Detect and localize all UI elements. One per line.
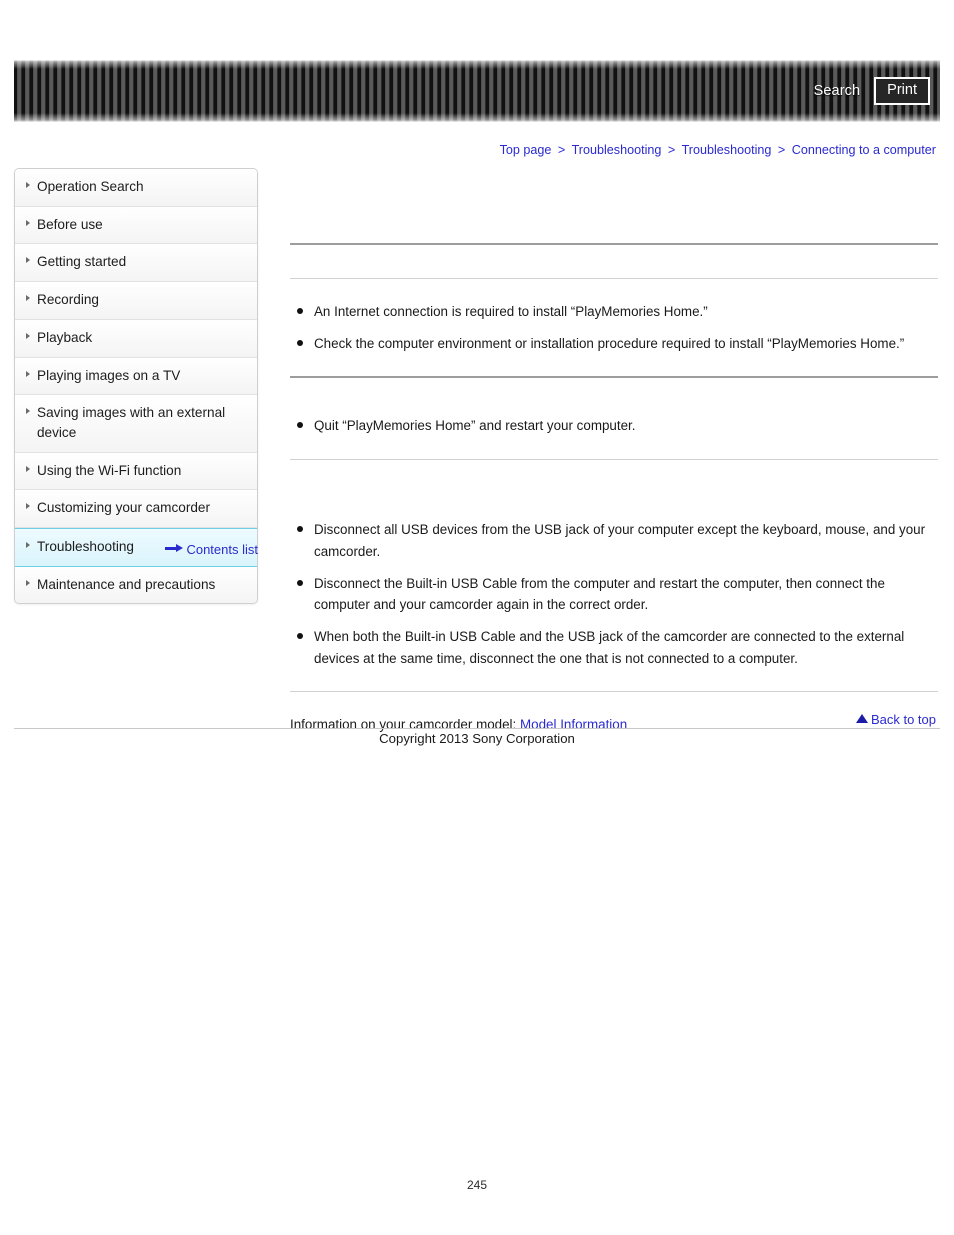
sidebar-item-label: Customizing your camcorder bbox=[37, 500, 211, 516]
sidebar-nav: Operation Search Before use Getting star… bbox=[14, 168, 258, 605]
sidebar-item-label: Maintenance and precautions bbox=[37, 576, 216, 592]
breadcrumb-item-connecting-to-a-computer[interactable]: Connecting to a computer bbox=[792, 143, 936, 157]
breadcrumb-item-top-page[interactable]: Top page bbox=[500, 143, 552, 157]
section-2-title bbox=[290, 378, 938, 393]
list-item-text: When both the Built-in USB Cable and the… bbox=[314, 628, 905, 666]
chevron-right-icon bbox=[26, 465, 30, 472]
arrow-right-icon bbox=[165, 544, 184, 553]
print-button[interactable]: Print bbox=[874, 77, 930, 105]
page-title bbox=[290, 228, 938, 243]
contents-list-link[interactable]: Contents list bbox=[14, 541, 258, 557]
list-item: Quit “PlayMemories Home” and restart you… bbox=[290, 415, 938, 437]
list-item-text: Quit “PlayMemories Home” and restart you… bbox=[314, 418, 636, 434]
sidebar-item-before-use[interactable]: Before use bbox=[15, 206, 257, 245]
document-page: Search Print Top page > Troubleshooting … bbox=[0, 0, 954, 1235]
sidebar-item-label: Playing images on a TV bbox=[37, 367, 181, 383]
section-heading-gap bbox=[290, 245, 938, 263]
sidebar-item-customizing-your-camcorder[interactable]: Customizing your camcorder bbox=[15, 490, 257, 529]
sidebar-item-using-the-wifi-function[interactable]: Using the Wi-Fi function bbox=[15, 452, 257, 491]
chevron-right-icon bbox=[26, 579, 30, 586]
section-1-title bbox=[290, 263, 938, 278]
sidebar-item-playback[interactable]: Playback bbox=[15, 319, 257, 358]
breadcrumb-item-troubleshooting[interactable]: Troubleshooting bbox=[572, 143, 662, 157]
sidebar-item-getting-started[interactable]: Getting started bbox=[15, 244, 257, 283]
sidebar-item-saving-images-with-an-external-device[interactable]: Saving images with an external device bbox=[15, 395, 257, 453]
sidebar-item-operation-search[interactable]: Operation Search bbox=[15, 169, 257, 207]
breadcrumb-separator: > bbox=[667, 143, 676, 157]
section-2-top-pad bbox=[290, 393, 938, 415]
breadcrumb-item-troubleshooting-2[interactable]: Troubleshooting bbox=[682, 143, 772, 157]
chevron-right-icon bbox=[26, 295, 30, 302]
list-item: When both the Built-in USB Cable and the… bbox=[290, 626, 938, 669]
sidebar-item-maintenance-and-precautions[interactable]: Maintenance and precautions bbox=[15, 566, 257, 604]
chevron-right-icon bbox=[26, 370, 30, 377]
list-item: Check the computer environment or instal… bbox=[290, 333, 938, 355]
sidebar-item-label: Saving images with an external device bbox=[37, 405, 226, 440]
chevron-right-icon bbox=[26, 332, 30, 339]
sidebar-item-label: Getting started bbox=[37, 254, 127, 270]
bullet-dot-icon bbox=[297, 308, 303, 314]
footer-divider bbox=[14, 728, 940, 729]
chevron-right-icon bbox=[26, 219, 30, 226]
sidebar-item-label: Operation Search bbox=[37, 179, 144, 194]
chevron-right-icon bbox=[26, 408, 30, 415]
bullet-dot-icon bbox=[297, 579, 303, 586]
bullet-dot-icon bbox=[297, 526, 303, 533]
back-to-top-label: Back to top bbox=[870, 712, 936, 728]
section-2-bullet-list: Quit “PlayMemories Home” and restart you… bbox=[290, 415, 938, 437]
back-to-top-link[interactable]: Back to top bbox=[855, 711, 936, 728]
section-3-bottom-pad bbox=[290, 669, 938, 691]
search-button[interactable]: Search bbox=[814, 83, 861, 99]
chevron-right-icon bbox=[26, 503, 30, 510]
header-actions: Search Print bbox=[814, 60, 930, 122]
chevron-right-icon bbox=[26, 257, 30, 264]
breadcrumb-separator: > bbox=[777, 143, 786, 157]
chevron-right-icon bbox=[26, 182, 30, 188]
copyright-text: Copyright 2013 Sony Corporation bbox=[379, 731, 575, 746]
sidebar-item-recording[interactable]: Recording bbox=[15, 282, 257, 320]
content-top-spacer bbox=[290, 168, 938, 228]
breadcrumb: Top page > Troubleshooting > Troubleshoo… bbox=[500, 143, 936, 157]
sidebar-item-label: Recording bbox=[37, 292, 99, 308]
page-number: 245 bbox=[466, 1178, 488, 1192]
list-item: An Internet connection is required to in… bbox=[290, 301, 938, 323]
section-3-title bbox=[290, 482, 938, 497]
section-3-bullet-list: Disconnect all USB devices from the USB … bbox=[290, 519, 938, 669]
list-item-text: Check the computer environment or instal… bbox=[314, 335, 905, 351]
section-1-bullet-list: An Internet connection is required to in… bbox=[290, 301, 938, 354]
main-content: An Internet connection is required to in… bbox=[290, 168, 938, 736]
list-item: Disconnect all USB devices from the USB … bbox=[290, 519, 938, 562]
sidebar-item-playing-images-on-a-tv[interactable]: Playing images on a TV bbox=[15, 357, 257, 396]
section-2-bottom-pad bbox=[290, 437, 938, 459]
list-item-text: Disconnect the Built-in USB Cable from t… bbox=[314, 575, 885, 613]
triangle-up-icon bbox=[855, 714, 868, 724]
bullet-dot-icon bbox=[297, 422, 303, 429]
sidebar-item-label: Before use bbox=[37, 216, 103, 232]
sidebar-item-label: Using the Wi-Fi function bbox=[37, 462, 182, 478]
model-info-top-pad bbox=[290, 692, 938, 714]
bullet-dot-icon bbox=[297, 339, 303, 346]
sidebar-item-label: Playback bbox=[37, 329, 93, 345]
list-item-text: Disconnect all USB devices from the USB … bbox=[314, 522, 926, 559]
breadcrumb-separator: > bbox=[557, 143, 566, 157]
bullet-dot-icon bbox=[297, 632, 303, 639]
section-1-top-pad bbox=[290, 279, 938, 301]
header-banner: Search Print bbox=[14, 60, 940, 122]
list-item-text: An Internet connection is required to in… bbox=[314, 304, 708, 319]
section-3-top-pad bbox=[290, 497, 938, 519]
list-item: Disconnect the Built-in USB Cable from t… bbox=[290, 573, 938, 616]
section-1-bottom-pad bbox=[290, 354, 938, 376]
contents-list-label: Contents list bbox=[186, 542, 258, 558]
section-3-heading-gap bbox=[290, 460, 938, 482]
